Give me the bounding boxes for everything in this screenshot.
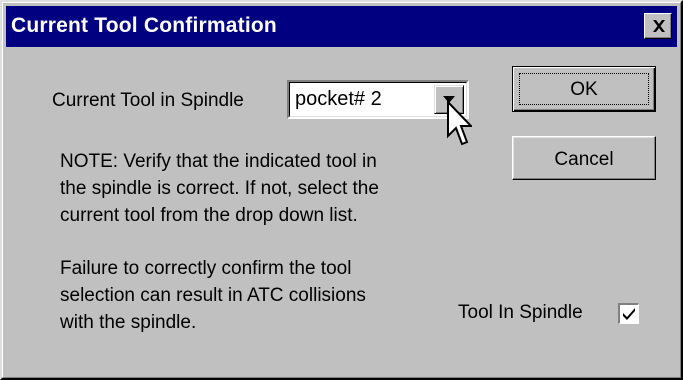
title-bar[interactable]: Current Tool Confirmation	[6, 6, 677, 47]
note-paragraph-2: Failure to correctly confirm the tool se…	[60, 255, 366, 336]
window-title: Current Tool Confirmation	[11, 14, 277, 37]
ok-button-label: OK	[570, 79, 598, 100]
checkmark-icon	[623, 308, 635, 320]
note-line: the spindle is correct. If not, select t…	[60, 178, 379, 199]
note-line: with the spindle.	[60, 312, 197, 333]
cancel-button[interactable]: Cancel	[512, 136, 656, 180]
tool-select-dropdown[interactable]: pocket# 2	[287, 80, 469, 119]
tool-in-spindle-checkbox[interactable]	[618, 303, 639, 324]
note-line: NOTE: Verify that the indicated tool in	[60, 151, 377, 172]
note-paragraph-1: NOTE: Verify that the indicated tool in …	[60, 148, 379, 229]
note-line: Failure to correctly confirm the tool	[60, 258, 352, 279]
note-line: current tool from the drop down list.	[60, 205, 358, 226]
note-line: selection can result in ATC collisions	[60, 285, 366, 306]
tool-select-value: pocket# 2	[295, 88, 382, 110]
tool-in-spindle-label: Tool In Spindle	[458, 302, 583, 323]
ok-button[interactable]: OK	[512, 66, 656, 112]
mouse-pointer-icon	[447, 100, 472, 146]
close-button[interactable]	[644, 13, 672, 39]
current-tool-label: Current Tool in Spindle	[52, 90, 244, 111]
cancel-button-label: Cancel	[554, 149, 614, 170]
close-x-icon	[653, 20, 665, 32]
dialog-window: Current Tool Confirmation Current Tool i…	[0, 0, 683, 380]
